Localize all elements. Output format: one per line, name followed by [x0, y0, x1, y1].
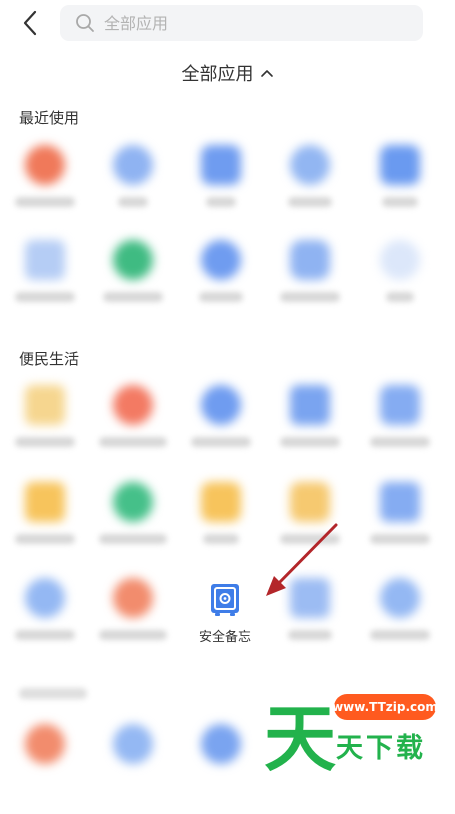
app-safe-memo[interactable]: 安全备忘 [180, 575, 270, 655]
watermark-url-badge: www.TTzip.com [332, 694, 438, 720]
app-icon [201, 724, 241, 764]
app-label [280, 292, 340, 302]
app-label [118, 197, 148, 207]
app-tile[interactable] [0, 578, 90, 668]
app-tile[interactable] [355, 578, 445, 668]
app-label [15, 292, 75, 302]
app-tile[interactable] [88, 145, 178, 235]
app-label [370, 630, 430, 640]
app-tile[interactable] [355, 385, 445, 475]
app-icon [380, 482, 420, 522]
app-icon [25, 240, 65, 280]
app-tile[interactable] [0, 724, 90, 814]
app-icon [25, 482, 65, 522]
app-label [99, 437, 167, 447]
app-icon [113, 724, 153, 764]
app-tile[interactable] [0, 482, 90, 572]
app-label [191, 437, 251, 447]
app-tile[interactable] [355, 145, 445, 235]
watermark-big-char: 天 [264, 697, 337, 781]
app-label [199, 292, 243, 302]
app-icon [380, 240, 420, 280]
app-label [99, 630, 167, 640]
section-title-life: 便民生活 [19, 350, 80, 368]
app-tile[interactable] [88, 240, 178, 330]
search-input[interactable] [102, 12, 406, 34]
watermark-small-text: 天下载 [336, 733, 426, 764]
app-tile[interactable] [88, 578, 178, 668]
chevron-left-icon [23, 10, 37, 36]
app-tile[interactable] [355, 240, 445, 330]
app-tile[interactable] [0, 145, 90, 235]
app-tile[interactable] [355, 482, 445, 572]
section-title-recent: 最近使用 [19, 109, 80, 127]
app-icon [113, 240, 153, 280]
app-tile[interactable] [265, 145, 355, 235]
app-icon [290, 482, 330, 522]
search-box[interactable] [60, 5, 423, 41]
safe-icon [205, 580, 245, 620]
app-tile[interactable] [88, 724, 178, 814]
app-icon [113, 482, 153, 522]
app-label [280, 437, 340, 447]
app-icon [201, 482, 241, 522]
app-tile[interactable] [88, 385, 178, 475]
app-icon [201, 240, 241, 280]
app-label [386, 292, 414, 302]
app-label [206, 197, 236, 207]
chevron-up-icon [260, 70, 273, 77]
app-icon [25, 724, 65, 764]
app-icon [380, 385, 420, 425]
app-label [382, 197, 418, 207]
app-label: 安全备忘 [198, 630, 251, 645]
app-icon [290, 385, 330, 425]
page-title: 全部应用 [181, 64, 254, 85]
app-icon [201, 145, 241, 185]
app-icon [380, 145, 420, 185]
app-label [288, 630, 332, 640]
app-icon [25, 385, 65, 425]
blurred-section-title [19, 688, 87, 699]
annotation-arrow-icon [266, 523, 338, 596]
app-tile[interactable] [176, 385, 266, 475]
app-label [15, 197, 75, 207]
app-tile[interactable] [0, 240, 90, 330]
app-icon [113, 385, 153, 425]
app-tile[interactable] [265, 240, 355, 330]
app-tile[interactable] [88, 482, 178, 572]
app-icon [380, 578, 420, 618]
app-tile[interactable] [176, 145, 266, 235]
app-label [203, 534, 239, 544]
category-dropdown[interactable]: 全部应用 [0, 58, 455, 88]
app-icon [201, 385, 241, 425]
app-icon [25, 145, 65, 185]
app-label [15, 437, 75, 447]
app-icon [113, 578, 153, 618]
app-icon [25, 578, 65, 618]
app-label [15, 630, 75, 640]
app-tile[interactable] [0, 385, 90, 475]
app-label [288, 197, 332, 207]
app-label [370, 437, 430, 447]
top-bar [0, 0, 455, 50]
back-button[interactable] [16, 8, 46, 38]
app-tile[interactable] [176, 482, 266, 572]
app-icon [290, 240, 330, 280]
app-tile[interactable] [176, 240, 266, 330]
app-tile[interactable] [265, 385, 355, 475]
app-tile[interactable] [176, 724, 266, 814]
app-icon [290, 145, 330, 185]
app-label [370, 534, 430, 544]
app-label [103, 292, 163, 302]
search-icon [76, 14, 94, 32]
app-label [15, 534, 75, 544]
app-icon [113, 145, 153, 185]
app-label [99, 534, 167, 544]
watermark-logo: 天 www.TTzip.com 天下载 [262, 688, 455, 781]
